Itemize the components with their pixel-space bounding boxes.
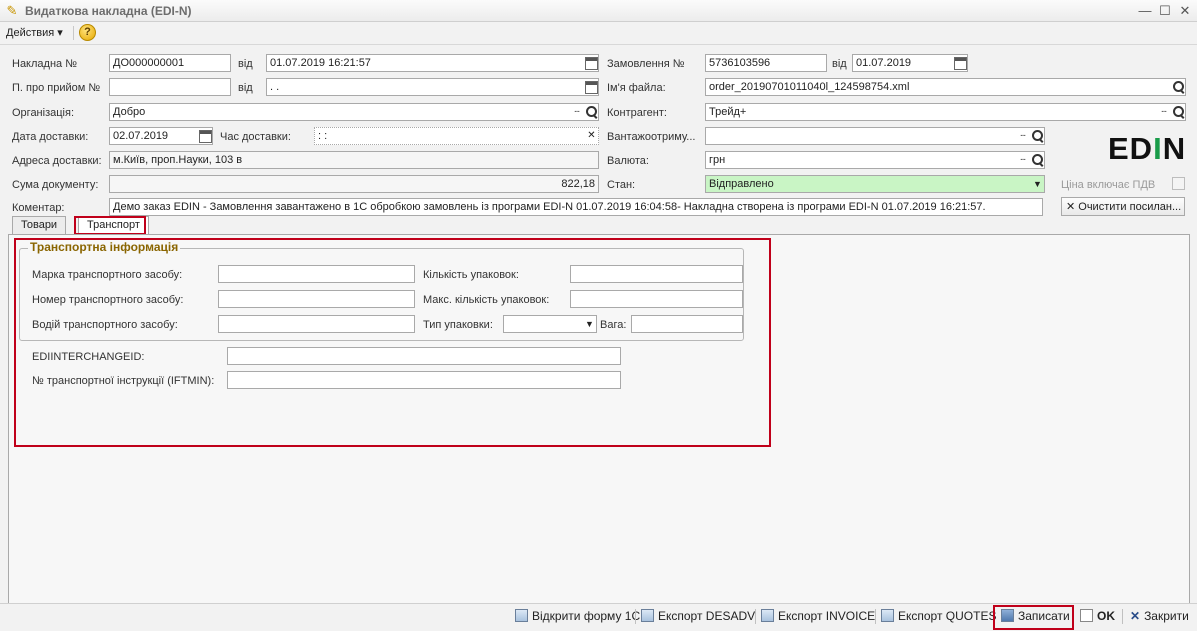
currency-field[interactable]: грн [705, 151, 1045, 169]
doc-sum-label: Сума документу: [12, 179, 99, 191]
state-label: Стан: [607, 179, 636, 191]
ok-button[interactable]: OK [1080, 609, 1115, 623]
receipt-no-label: П. про прийом № [12, 82, 101, 94]
close-button[interactable]: ✕ Закрити [1130, 609, 1189, 623]
delivery-date-field[interactable]: 02.07.2019 [109, 127, 213, 145]
help-icon[interactable]: ? [79, 24, 96, 41]
invoice-date-field[interactable]: 01.07.2019 16:21:57 [266, 54, 599, 72]
export-invoice-button[interactable]: Експорт INVOICE [761, 609, 875, 623]
order-date-field[interactable]: 01.07.2019 [852, 54, 968, 72]
delivery-address-label: Адреса доставки: [12, 155, 102, 167]
counterparty-field[interactable]: Трейд+ [705, 103, 1186, 121]
select-dots-icon[interactable]: ... [1016, 128, 1029, 144]
filename-field[interactable]: order_20190701011040l_124598754.xml [705, 78, 1186, 96]
close-icon[interactable]: ✕ [1176, 2, 1194, 20]
edin-logo: EDIN [1108, 131, 1187, 166]
currency-label: Валюта: [607, 155, 649, 167]
select-dots-icon[interactable]: ... [570, 104, 583, 120]
export-quotes-button[interactable]: Експорт QUOTES [881, 609, 996, 623]
export-desadv-button[interactable]: Експорт DESADV [641, 609, 755, 623]
export-icon [641, 609, 654, 622]
export-quotes-label: Експорт QUOTES [898, 609, 997, 623]
divider [755, 609, 756, 624]
ok-icon [1080, 609, 1093, 622]
save-highlight [993, 605, 1074, 630]
actions-menu-button[interactable]: Действия ▾ [6, 26, 63, 39]
receipt-no-field[interactable] [109, 78, 231, 96]
form-icon [515, 609, 528, 622]
close-label: Закрити [1144, 609, 1189, 623]
clear-links-button[interactable]: ✕ Очистити посилан... [1061, 197, 1185, 216]
maximize-icon[interactable]: ☐ [1156, 2, 1174, 20]
tab-goods[interactable]: Товари [12, 216, 67, 234]
delivery-address-field[interactable]: м.Київ, проп.Науки, 103 в [109, 151, 599, 169]
organization-label: Організація: [12, 107, 74, 119]
consignee-label: Вантажоотриму... [607, 131, 696, 143]
search-icon[interactable] [1171, 79, 1185, 95]
minimize-icon[interactable]: — [1136, 2, 1154, 20]
invoice-no-label: Накладна № [12, 58, 78, 70]
divider [0, 44, 1197, 45]
from-label: від [238, 82, 253, 94]
counterparty-label: Контрагент: [607, 107, 667, 119]
consignee-field[interactable] [705, 127, 1045, 145]
search-icon[interactable] [584, 104, 598, 120]
vat-label: Ціна включає ПДВ [1061, 179, 1156, 191]
from-label: від [832, 58, 847, 70]
select-dots-icon[interactable]: ... [1016, 152, 1029, 168]
export-icon [761, 609, 774, 622]
close-x-icon: ✕ [1130, 609, 1141, 623]
toolbar: Действия ▾ ? [0, 23, 1197, 43]
calendar-icon[interactable] [585, 57, 598, 70]
tab-highlight [74, 216, 146, 235]
clear-icon[interactable]: ✕ [585, 128, 598, 144]
comment-field[interactable]: Демо заказ EDIN - Замовлення завантажено… [109, 198, 1043, 216]
doc-sum-field: 822,18 [109, 175, 599, 193]
vat-checkbox[interactable] [1172, 177, 1185, 190]
search-icon[interactable] [1030, 152, 1044, 168]
document-icon: ✎ [6, 3, 18, 18]
from-label: від [238, 58, 253, 70]
receipt-date-field[interactable]: . . [266, 78, 599, 96]
invoice-no-field[interactable]: ДО000000001 [109, 54, 231, 72]
ok-label: OK [1097, 609, 1115, 623]
delivery-date-label: Дата доставки: [12, 131, 89, 143]
divider [1122, 609, 1123, 624]
divider [635, 609, 636, 624]
search-icon[interactable] [1030, 128, 1044, 144]
order-no-label: Замовлення № [607, 58, 685, 70]
filename-label: Ім'я файла: [607, 82, 666, 94]
window-title: Видаткова накладна (EDI-N) [25, 4, 192, 18]
state-field[interactable]: Відправлено [705, 175, 1045, 193]
divider [875, 609, 876, 624]
delivery-time-field[interactable]: : : [314, 127, 599, 145]
select-dots-icon[interactable]: ... [1157, 104, 1170, 120]
open-1c-button[interactable]: Відкрити форму 1С [515, 609, 640, 623]
calendar-icon[interactable] [585, 81, 598, 94]
export-desadv-label: Експорт DESADV [658, 609, 756, 623]
calendar-icon[interactable] [199, 130, 212, 143]
export-invoice-label: Експорт INVOICE [778, 609, 876, 623]
delivery-time-label: Час доставки: [220, 131, 291, 143]
dropdown-arrow-icon[interactable]: ▼ [1031, 176, 1044, 192]
transport-highlight [14, 238, 771, 447]
search-icon[interactable] [1171, 104, 1185, 120]
calendar-icon[interactable] [954, 57, 967, 70]
comment-label: Коментар: [12, 202, 65, 214]
open-1c-label: Відкрити форму 1С [532, 609, 641, 623]
organization-field[interactable]: Добро [109, 103, 599, 121]
toolbar-divider [73, 26, 74, 40]
order-no-field[interactable]: 5736103596 [705, 54, 827, 72]
export-icon [881, 609, 894, 622]
